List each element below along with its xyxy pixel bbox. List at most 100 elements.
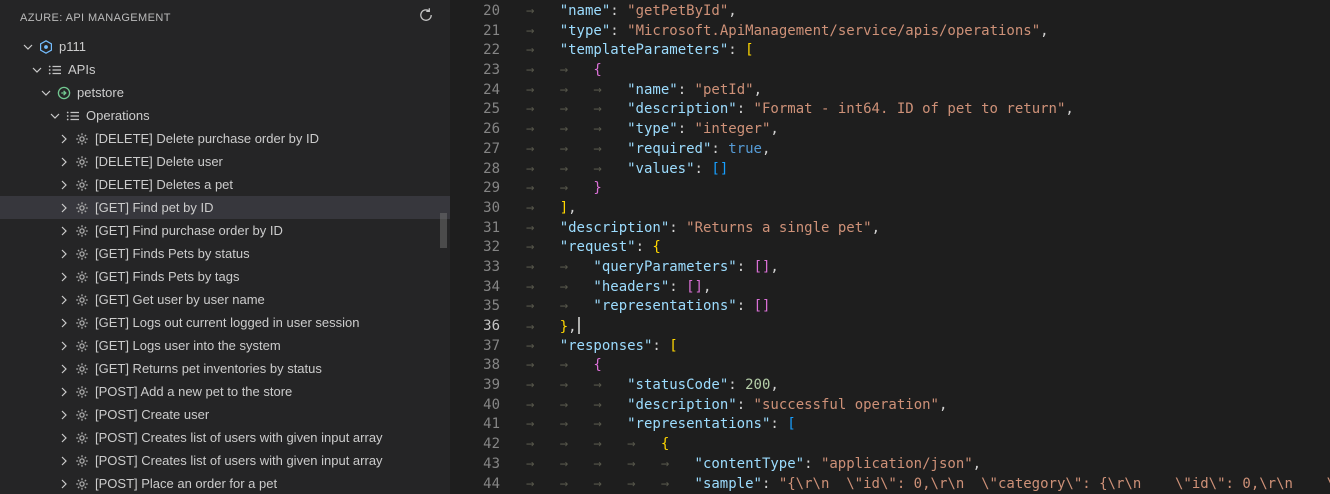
line-number[interactable]: 22 [450, 41, 500, 61]
token-pun: : [728, 377, 746, 394]
code-line[interactable]: 40 → → → "description": "successful operatio… [450, 396, 1330, 416]
line-number[interactable]: 32 [450, 238, 500, 258]
tree-item-apis[interactable]: APIs [0, 58, 450, 81]
tree-item-post-create-user[interactable]: [POST] Create user [0, 403, 450, 426]
code-line[interactable]: 29 → →} [450, 179, 1330, 199]
code-line[interactable]: 24 → → → "name": "petId", [450, 81, 1330, 101]
tree-item-get-logs-out-current-logged-in-user-session[interactable]: [GET] Logs out current logged in user se… [0, 311, 450, 334]
token-pun: , [871, 219, 881, 236]
tree-item-get-find-pet-by-id[interactable]: [GET] Find pet by ID [0, 196, 450, 219]
tab-whitespace-marker: → [627, 455, 636, 472]
chevron-right-icon[interactable] [56, 430, 72, 446]
line-number[interactable]: 23 [450, 61, 500, 81]
tree-item-petstore[interactable]: petstore [0, 81, 450, 104]
chevron-down-icon[interactable] [29, 62, 45, 78]
chevron-right-icon[interactable] [56, 131, 72, 147]
chevron-right-icon[interactable] [56, 407, 72, 423]
chevron-right-icon[interactable] [56, 246, 72, 262]
line-number[interactable]: 27 [450, 140, 500, 160]
tree-item-get-returns-pet-inventories-by-status[interactable]: [GET] Returns pet inventories by status [0, 357, 450, 380]
chevron-right-icon[interactable] [56, 338, 72, 354]
line-number[interactable]: 38 [450, 356, 500, 376]
code-line[interactable]: 32 → "request": { [450, 238, 1330, 258]
line-number[interactable]: 40 [450, 396, 500, 416]
tree-scrollbar[interactable] [440, 213, 447, 248]
tree-item-p111[interactable]: p111 [0, 35, 450, 58]
line-number[interactable]: 20 [450, 2, 500, 22]
line-number[interactable]: 28 [450, 160, 500, 180]
line-number[interactable]: 37 [450, 337, 500, 357]
tree-item-delete-delete-purchase-order-by-id[interactable]: [DELETE] Delete purchase order by ID [0, 127, 450, 150]
code-line[interactable]: 42 → → → → { [450, 435, 1330, 455]
editor[interactable]: 20 → "name": "getPetById", 21 → "type": "Micr… [450, 0, 1330, 494]
code-line[interactable]: 27 → → → "required": true, [450, 140, 1330, 160]
line-number[interactable]: 35 [450, 297, 500, 317]
code-line[interactable]: 20 → "name": "getPetById", [450, 2, 1330, 22]
tree-item-get-find-purchase-order-by-id[interactable]: [GET] Find purchase order by ID [0, 219, 450, 242]
line-number[interactable]: 26 [450, 120, 500, 140]
chevron-down-icon[interactable] [38, 85, 54, 101]
chevron-right-icon[interactable] [56, 177, 72, 193]
line-number[interactable]: 43 [450, 455, 500, 475]
chevron-right-icon[interactable] [56, 476, 72, 492]
line-number[interactable]: 41 [450, 415, 500, 435]
tree-item-post-place-an-order-for-a-pet[interactable]: [POST] Place an order for a pet [0, 472, 450, 494]
tree-item-get-finds-pets-by-status[interactable]: [GET] Finds Pets by status [0, 242, 450, 265]
code-line[interactable]: 43 → → → → → "contentType": "application/json"… [450, 455, 1330, 475]
line-number[interactable]: 29 [450, 179, 500, 199]
code-line[interactable]: 23 → → { [450, 61, 1330, 81]
chevron-right-icon[interactable] [56, 453, 72, 469]
tree-item-operations[interactable]: Operations [0, 104, 450, 127]
code-line[interactable]: 26 → → → "type": "integer", [450, 120, 1330, 140]
tree-item-post-add-a-new-pet-to-the-store[interactable]: [POST] Add a new pet to the store [0, 380, 450, 403]
code-line[interactable]: 36 →}, [450, 317, 1330, 337]
chevron-right-icon[interactable] [56, 384, 72, 400]
code-line[interactable]: 39 → → → "statusCode": 200, [450, 376, 1330, 396]
code-line[interactable]: 35 → → "representations": [] [450, 297, 1330, 317]
code-line[interactable]: 21 → "type": "Microsoft.ApiManagement/serv… [450, 22, 1330, 42]
chevron-down-icon[interactable] [20, 39, 36, 55]
code-line[interactable]: 34 → → "headers": [], [450, 278, 1330, 298]
chevron-down-icon[interactable] [47, 108, 63, 124]
code-line[interactable]: 25 → → → "description": "Format - int64. ID … [450, 100, 1330, 120]
line-number[interactable]: 36 [450, 317, 500, 337]
tab-whitespace-marker: → [559, 278, 569, 295]
code-line[interactable]: 41 → → → "representations": [ [450, 415, 1330, 435]
line-number[interactable]: 31 [450, 219, 500, 239]
code-line[interactable]: 22 → "templateParameters": [ [450, 41, 1330, 61]
token-str: "{\r\n \"id\": 0,\r\n \"category\": {\r\… [778, 475, 1330, 492]
tree-item-post-creates-list-of-users-with-given-input-[interactable]: [POST] Creates list of users with given … [0, 426, 450, 449]
line-number[interactable]: 21 [450, 22, 500, 42]
tree-item-delete-delete-user[interactable]: [DELETE] Delete user [0, 150, 450, 173]
line-number[interactable]: 42 [450, 435, 500, 455]
chevron-right-icon[interactable] [56, 154, 72, 170]
line-number[interactable]: 44 [450, 475, 500, 494]
line-number[interactable]: 25 [450, 100, 500, 120]
code-line[interactable]: 30 →], [450, 199, 1330, 219]
line-number[interactable]: 34 [450, 278, 500, 298]
token-str: "Microsoft.ApiManagement/service/apis/op… [627, 22, 1041, 39]
chevron-right-icon[interactable] [56, 315, 72, 331]
line-number[interactable]: 39 [450, 376, 500, 396]
line-number[interactable]: 24 [450, 81, 500, 101]
refresh-button[interactable] [416, 8, 436, 28]
code-line[interactable]: 44 → → → → → "sample": "{\r\n \"id\": 0,\r\n \… [450, 475, 1330, 494]
tree-item-get-finds-pets-by-tags[interactable]: [GET] Finds Pets by tags [0, 265, 450, 288]
tree-item-delete-deletes-a-pet[interactable]: [DELETE] Deletes a pet [0, 173, 450, 196]
chevron-right-icon[interactable] [56, 361, 72, 377]
chevron-right-icon[interactable] [56, 292, 72, 308]
code-line[interactable]: 37 → "responses": [ [450, 337, 1330, 357]
line-number[interactable]: 33 [450, 258, 500, 278]
code-line[interactable]: 33 → → "queryParameters": [], [450, 258, 1330, 278]
tree-item-get-logs-user-into-the-system[interactable]: [GET] Logs user into the system [0, 334, 450, 357]
tree-item-get-get-user-by-user-name[interactable]: [GET] Get user by user name [0, 288, 450, 311]
code-line[interactable]: 28 → → → "values": [] [450, 160, 1330, 180]
chevron-right-icon[interactable] [56, 269, 72, 285]
code-line[interactable]: 38 → → { [450, 356, 1330, 376]
chevron-right-icon[interactable] [56, 200, 72, 216]
chevron-right-icon[interactable] [56, 223, 72, 239]
tree-item-post-creates-list-of-users-with-given-input-[interactable]: [POST] Creates list of users with given … [0, 449, 450, 472]
code-line[interactable]: 31 → "description": "Returns a single pet"… [450, 219, 1330, 239]
token-str: "petId" [694, 81, 754, 98]
line-number[interactable]: 30 [450, 199, 500, 219]
